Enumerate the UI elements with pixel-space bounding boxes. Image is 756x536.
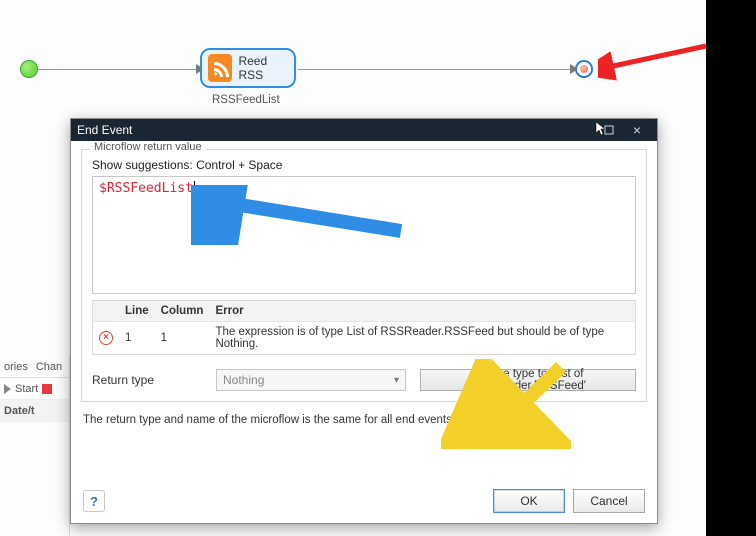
error-text: The expression is of type List of RSSRea… (209, 322, 635, 355)
update-type-button[interactable]: Update type to 'List of RSSReader.RSSFee… (420, 369, 636, 391)
col-line: Line (119, 301, 155, 322)
sequence-flow-1 (38, 69, 198, 70)
end-event-dialog: End Event × Microflow return value Show … (70, 118, 658, 524)
bottom-panel-stub: ories Chan Start Date/t (0, 356, 70, 536)
rss-icon (208, 54, 232, 82)
return-value-group: Microflow return value Show suggestions:… (81, 149, 647, 402)
dialog-title: End Event (77, 123, 132, 137)
col-error: Error (209, 301, 635, 322)
error-icon (99, 331, 113, 345)
col-column: Column (155, 301, 210, 322)
sequence-flow-2 (298, 69, 574, 70)
text-caret (194, 181, 195, 196)
expression-text: $RSSFeedList (99, 181, 193, 196)
suggestions-hint: Show suggestions: Control + Space (92, 158, 636, 172)
group-legend: Microflow return value (90, 141, 206, 153)
footer-note: The return type and name of the microflo… (83, 414, 645, 426)
panel-row-date: Date/t (4, 405, 35, 417)
frame-border-right (706, 0, 756, 536)
chevron-down-icon: ▾ (394, 375, 399, 386)
return-type-label: Return type (92, 373, 202, 387)
error-line: 1 (119, 322, 155, 355)
start-event-node[interactable] (20, 60, 38, 78)
panel-row-start: Start (15, 383, 38, 395)
activity-output-caption: RSSFeedList (212, 94, 280, 106)
panel-tab-1[interactable]: ories (0, 361, 32, 373)
help-button[interactable]: ? (83, 490, 105, 512)
dialog-titlebar[interactable]: End Event × (71, 119, 657, 141)
microflow-canvas[interactable]: Reed RSS RSSFeedList ories Chan Start Da… (0, 0, 756, 536)
mouse-cursor-icon (595, 121, 607, 137)
error-column: 1 (155, 322, 210, 355)
call-rest-activity[interactable]: Reed RSS (200, 48, 296, 88)
annotation-arrow-red (598, 38, 718, 88)
expression-editor[interactable]: $RSSFeedList (92, 176, 636, 294)
return-type-combo[interactable]: Nothing ▾ (216, 369, 406, 391)
play-icon (4, 384, 11, 394)
status-indicator (42, 384, 52, 394)
error-row[interactable]: 1 1 The expression is of type List of RS… (93, 322, 635, 355)
cancel-button[interactable]: Cancel (573, 489, 645, 513)
end-event-node[interactable] (575, 60, 593, 78)
error-list: Line Column Error 1 1 The expression is … (92, 300, 636, 355)
ok-button[interactable]: OK (493, 489, 565, 513)
return-type-value: Nothing (223, 373, 264, 387)
activity-label: Reed RSS (238, 54, 288, 82)
panel-tab-2[interactable]: Chan (32, 361, 66, 373)
close-button[interactable]: × (623, 119, 651, 141)
